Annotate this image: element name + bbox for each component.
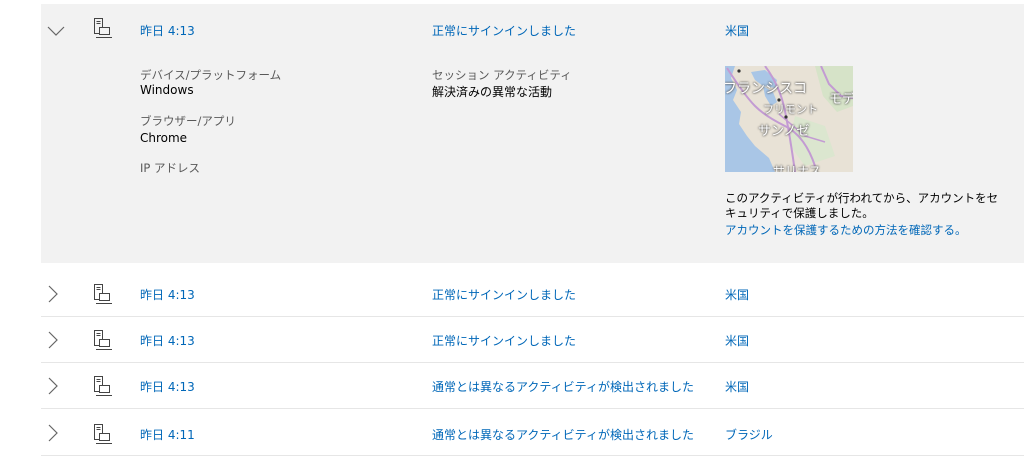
browser-app-value: Chrome — [140, 131, 188, 145]
chevron-down-icon[interactable] — [46, 21, 66, 41]
activity-status[interactable]: 正常にサインインしました — [432, 22, 576, 39]
map-label-modesto: モデ — [829, 92, 853, 107]
security-note: このアクティビティが行われてから、アカウントをセキュリティで保護しました。 — [725, 191, 999, 220]
activity-time[interactable]: 昨日 4:13 — [140, 286, 195, 303]
computer-icon — [93, 17, 113, 39]
map-label-san-francisco: フランシスコ — [725, 81, 807, 97]
activity-status[interactable]: 正常にサインインしました — [432, 286, 576, 303]
activity-status[interactable]: 正常にサインインしました — [432, 332, 576, 349]
secure-account-link[interactable]: アカウントを保護するための方法を確認する。 — [725, 222, 967, 238]
activity-location[interactable]: 米国 — [725, 378, 749, 395]
map-label-san-jose: サンノゼ — [758, 124, 810, 139]
computer-icon — [93, 423, 113, 445]
map-label-salinas: サリナス — [773, 164, 822, 172]
computer-icon — [93, 329, 113, 351]
activity-row[interactable]: 昨日 4:11 通常とは異なるアクティビティが検出されました ブラジル — [41, 410, 1024, 456]
activity-location[interactable]: 米国 — [725, 286, 749, 303]
activity-time[interactable]: 昨日 4:13 — [140, 378, 195, 395]
row-divider — [41, 408, 1024, 409]
browser-app-label: ブラウザー/アプリ — [140, 114, 236, 128]
computer-icon — [93, 375, 113, 397]
map-label-fremont: フリモント — [763, 103, 818, 116]
ip-address-label: IP アドレス — [140, 161, 200, 175]
activity-time[interactable]: 昨日 4:13 — [140, 22, 195, 39]
activity-time[interactable]: 昨日 4:13 — [140, 332, 195, 349]
chevron-right-icon[interactable] — [43, 376, 63, 396]
activity-location[interactable]: 米国 — [725, 332, 749, 349]
activity-status[interactable]: 通常とは異なるアクティビティが検出されました — [432, 378, 694, 395]
activity-location[interactable]: 米国 — [725, 22, 749, 39]
chevron-right-icon[interactable] — [43, 330, 63, 350]
device-platform-value: Windows — [140, 83, 194, 97]
chevron-right-icon[interactable] — [43, 423, 63, 443]
row-divider — [41, 455, 1024, 456]
activity-location[interactable]: ブラジル — [725, 426, 773, 443]
device-platform-label: デバイス/プラットフォーム — [140, 68, 282, 82]
session-activity-label: セッション アクティビティ — [432, 68, 572, 82]
computer-icon — [93, 283, 113, 305]
location-map: フランシスコ フリモント サンノゼ モデ サリナス — [725, 66, 853, 172]
chevron-right-icon[interactable] — [43, 284, 63, 304]
activity-time[interactable]: 昨日 4:11 — [140, 426, 195, 443]
activity-row[interactable]: 昨日 4:13 正常にサインインしました 米国 — [41, 271, 1024, 317]
activity-row[interactable]: 昨日 4:13 正常にサインインしました 米国 — [41, 317, 1024, 363]
session-activity-value: 解決済みの異常な活動 — [432, 85, 553, 99]
activity-status[interactable]: 通常とは異なるアクティビティが検出されました — [432, 426, 694, 443]
activity-row[interactable]: 昨日 4:13 通常とは異なるアクティビティが検出されました 米国 — [41, 363, 1024, 409]
